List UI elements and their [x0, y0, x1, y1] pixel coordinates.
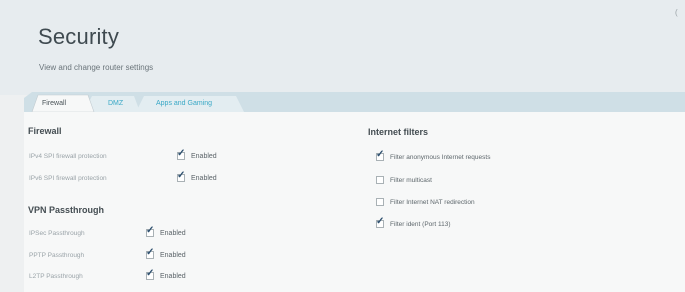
checkbox-box — [376, 176, 384, 184]
corner-glyph: ( — [675, 8, 678, 17]
filter-anonymous-label: Filter anonymous Internet requests — [390, 153, 491, 161]
pptp-value: Enabled — [160, 251, 186, 259]
pptp-checkbox[interactable]: ✓ Enabled — [146, 247, 186, 259]
ipv6-spi-label: IPv6 SPI firewall protection — [29, 175, 107, 182]
tab-dmz[interactable]: DMZ — [108, 97, 123, 110]
checkmark-icon: ✓ — [177, 170, 186, 181]
ipsec-value: Enabled — [160, 229, 186, 237]
page-subtitle: View and change router settings — [39, 63, 154, 72]
filter-multicast-label: Filter multicast — [390, 176, 432, 184]
filter-anonymous-checkbox[interactable]: ✓ Filter anonymous Internet requests — [376, 149, 491, 161]
checkmark-icon: ✓ — [376, 149, 385, 160]
filter-nat-redirection-label: Filter Internet NAT redirection — [390, 198, 475, 206]
security-panel: Firewall IPv4 SPI firewall protection ✓ … — [24, 112, 685, 292]
checkbox-box: ✓ — [177, 148, 186, 160]
filter-nat-redirection-checkbox[interactable]: Filter Internet NAT redirection — [376, 198, 475, 206]
ipv6-spi-checkbox[interactable]: ✓ Enabled — [177, 170, 217, 182]
filter-multicast-checkbox[interactable]: Filter multicast — [376, 176, 432, 184]
checkbox-box: ✓ — [146, 247, 155, 259]
page-title: Security — [38, 24, 120, 49]
ipv4-spi-label: IPv4 SPI firewall protection — [29, 153, 107, 160]
tab-apps-and-gaming[interactable]: Apps and Gaming — [156, 97, 212, 110]
ipv6-spi-value: Enabled — [191, 174, 217, 182]
filter-ident-checkbox[interactable]: ✓ Filter ident (Port 113) — [376, 216, 451, 228]
pptp-label: PPTP Passthrough — [29, 252, 85, 259]
vpn-section-title: VPN Passthrough — [28, 205, 105, 215]
tab-firewall[interactable]: Firewall — [42, 97, 66, 110]
checkmark-icon: ✓ — [177, 148, 186, 159]
filter-ident-label: Filter ident (Port 113) — [390, 220, 451, 228]
checkbox-box: ✓ — [376, 216, 385, 228]
tab-bar: Firewall DMZ Apps and Gaming — [24, 92, 685, 112]
checkmark-icon: ✓ — [146, 225, 155, 236]
ipsec-checkbox[interactable]: ✓ Enabled — [146, 225, 186, 237]
ipv4-spi-value: Enabled — [191, 152, 217, 160]
checkbox-box: ✓ — [376, 149, 385, 161]
checkmark-icon: ✓ — [146, 247, 155, 258]
firewall-section-title: Firewall — [28, 126, 62, 136]
checkbox-box: ✓ — [146, 225, 155, 237]
checkmark-icon: ✓ — [376, 216, 385, 227]
checkbox-box — [376, 198, 384, 206]
ipv4-spi-checkbox[interactable]: ✓ Enabled — [177, 148, 217, 160]
internet-filters-title: Internet filters — [368, 127, 429, 137]
l2tp-label: L2TP Passthrough — [29, 273, 83, 280]
l2tp-value: Enabled — [160, 272, 186, 280]
page-header: Security View and change router settings… — [0, 0, 685, 95]
l2tp-checkbox[interactable]: ✓ Enabled — [146, 268, 186, 280]
checkmark-icon: ✓ — [146, 268, 155, 279]
ipsec-label: IPSec Passthrough — [29, 230, 85, 237]
checkbox-box: ✓ — [177, 170, 186, 182]
checkbox-box: ✓ — [146, 268, 155, 280]
